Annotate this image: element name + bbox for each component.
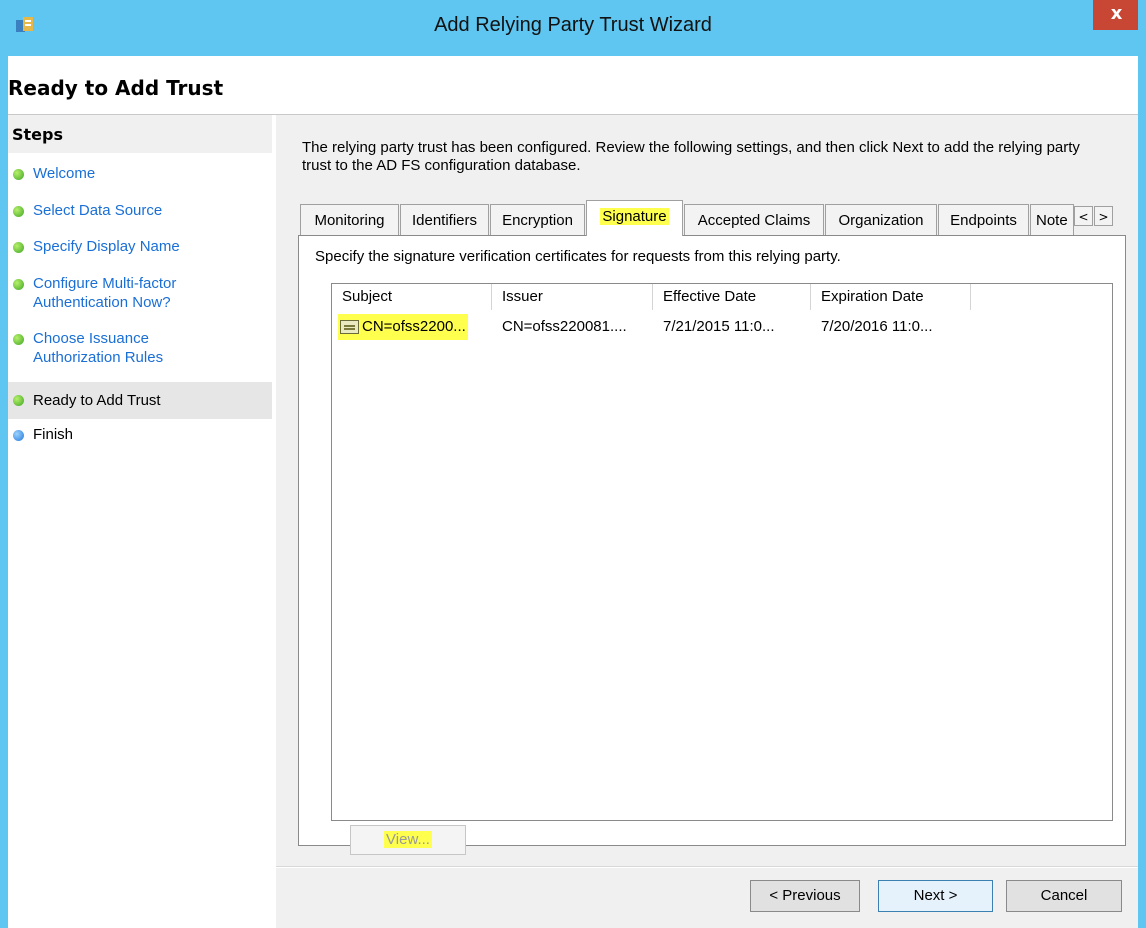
step-ready-to-add-trust[interactable]: Ready to Add Trust: [8, 382, 272, 419]
step-finish[interactable]: Finish: [8, 425, 272, 444]
column-expiration-date[interactable]: Expiration Date: [811, 284, 971, 310]
step-label: Finish: [33, 426, 74, 443]
tab-identifiers[interactable]: Identifiers: [400, 204, 489, 235]
page-title: Ready to Add Trust: [8, 76, 224, 100]
step-specify-display-name[interactable]: Specify Display Name: [8, 237, 272, 256]
step-label: Specify Display Name: [33, 238, 180, 255]
tab-strip: Monitoring Identifiers Encryption Signat…: [300, 200, 1080, 236]
step-label: Welcome: [33, 165, 96, 182]
cell-expiration-date: 7/20/2016 11:0...: [821, 318, 933, 335]
column-subject[interactable]: Subject: [332, 284, 492, 310]
subject-value: CN=ofss2200...: [362, 318, 466, 335]
steps-panel: Steps Welcome Select Data Source Specify…: [8, 115, 272, 928]
steps-header: Steps: [8, 115, 272, 153]
window-title: Add Relying Party Trust Wizard: [434, 14, 712, 36]
tab-signature[interactable]: Signature: [586, 200, 683, 236]
step-choose-issuance-rules[interactable]: Choose Issuance Authorization Rules: [8, 329, 272, 367]
close-button[interactable]: x: [1093, 0, 1140, 30]
next-button[interactable]: Next >: [878, 880, 993, 912]
wizard-header: Ready to Add Trust: [8, 56, 1138, 115]
tab-scroll-left-button[interactable]: <: [1074, 206, 1093, 226]
step-label: Ready to Add Trust: [33, 392, 161, 409]
cell-effective-date: 7/21/2015 11:0...: [663, 318, 775, 335]
tab-endpoints[interactable]: Endpoints: [938, 204, 1029, 235]
tab-monitoring[interactable]: Monitoring: [300, 204, 399, 235]
tab-notes[interactable]: Note: [1030, 204, 1074, 235]
previous-button[interactable]: < Previous: [750, 880, 860, 912]
steps-title: Steps: [12, 125, 63, 144]
view-button[interactable]: View...: [350, 825, 466, 855]
tab-scroll-right-button[interactable]: >: [1094, 206, 1113, 226]
signature-description: Specify the signature verification certi…: [315, 248, 841, 265]
cell-issuer: CN=ofss220081....: [502, 318, 627, 335]
window-border-right: [1138, 0, 1146, 928]
tab-signature-label: Signature: [600, 208, 669, 225]
cell-subject: CN=ofss2200...: [336, 314, 494, 340]
step-complete-icon: [13, 242, 24, 253]
intro-text: The relying party trust has been configu…: [302, 139, 1080, 174]
footer-divider: [276, 866, 1138, 868]
title-bar: Add Relying Party Trust Wizard x: [0, 0, 1146, 56]
step-complete-icon: [13, 395, 24, 406]
column-effective-date[interactable]: Effective Date: [653, 284, 811, 310]
step-label: Choose Issuance Authorization Rules: [33, 330, 164, 366]
certificate-list[interactable]: Subject Issuer Effective Date Expiration…: [331, 283, 1113, 821]
step-complete-icon: [13, 206, 24, 217]
subject-highlight: CN=ofss2200...: [338, 314, 468, 340]
step-select-data-source[interactable]: Select Data Source: [8, 201, 272, 220]
window-border-left: [0, 0, 8, 928]
certificate-icon: [340, 320, 359, 335]
tab-organization[interactable]: Organization: [825, 204, 937, 235]
step-complete-icon: [13, 169, 24, 180]
step-configure-mfa[interactable]: Configure Multi-factor Authentication No…: [8, 274, 272, 312]
cancel-button[interactable]: Cancel: [1006, 880, 1122, 912]
step-complete-icon: [13, 279, 24, 290]
step-label: Configure Multi-factor Authentication No…: [33, 275, 177, 311]
step-welcome[interactable]: Welcome: [8, 164, 272, 183]
view-button-label: View...: [384, 831, 432, 848]
tab-accepted-claims[interactable]: Accepted Claims: [684, 204, 824, 235]
step-pending-icon: [13, 430, 24, 441]
step-label: Select Data Source: [33, 202, 163, 219]
column-issuer[interactable]: Issuer: [492, 284, 653, 310]
step-complete-icon: [13, 334, 24, 345]
tab-encryption[interactable]: Encryption: [490, 204, 585, 235]
